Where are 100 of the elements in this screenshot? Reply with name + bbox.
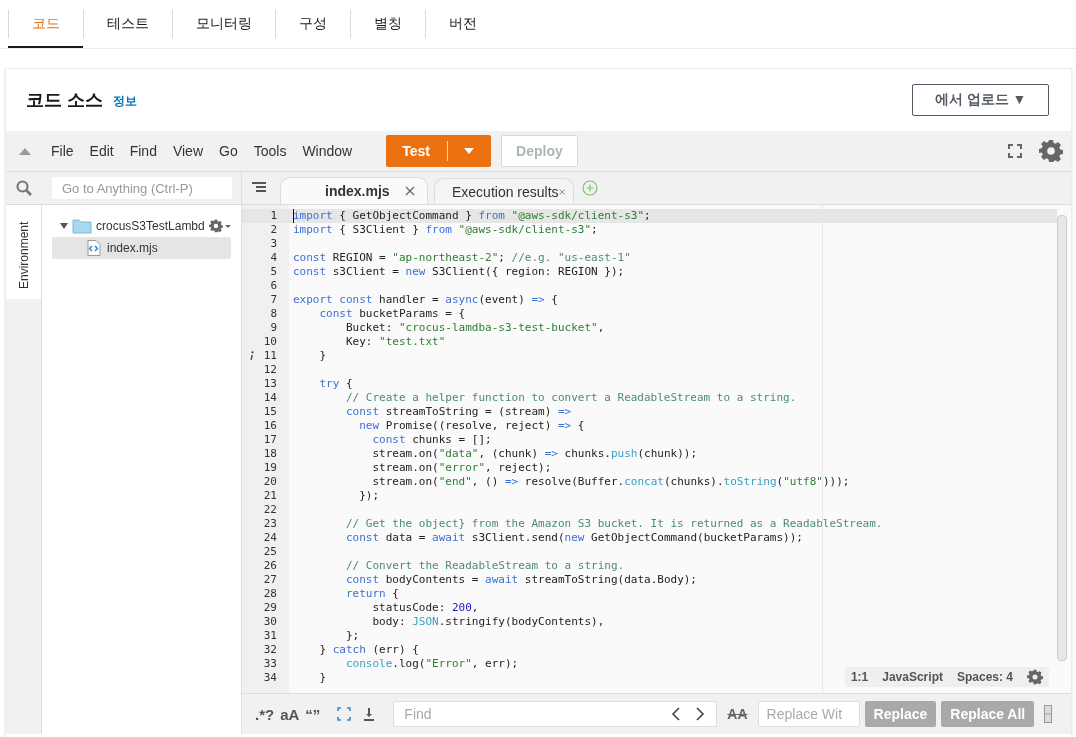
search-field[interactable]: Go to Anything (Ctrl-P) (52, 177, 232, 199)
line-number: 13 (262, 377, 278, 391)
line-number: 15 (262, 405, 278, 419)
code-line: } (318, 349, 327, 363)
fullscreen-icon[interactable] (1007, 143, 1023, 159)
code-line: const bodyContents = await streamToString(data.Body); (344, 573, 697, 587)
line-number: 29 (262, 601, 278, 615)
line-number: 21 (262, 489, 278, 503)
line-number: 28 (262, 587, 278, 601)
settings-icon[interactable] (1027, 669, 1043, 685)
next-icon[interactable] (695, 707, 706, 721)
find-field[interactable]: Find (393, 701, 718, 727)
line-number: 26 (262, 559, 278, 573)
line-number: 17 (262, 433, 278, 447)
code-line: const REGION = "ap-northeast-2"; //e.g. "us-east-1" (293, 251, 631, 265)
close-icon (558, 186, 565, 197)
code-line: }); (358, 489, 380, 503)
toggle-button[interactable]: .*? (252, 705, 278, 723)
line-number: 23 (262, 517, 278, 531)
menu-item[interactable]: Edit (81, 137, 122, 165)
line-number: 30 (262, 615, 278, 629)
code-line: return { (344, 587, 399, 601)
line-number: 25 (262, 545, 278, 559)
line-number: 8 (269, 307, 278, 321)
side-tab[interactable]: Environment (6, 205, 41, 299)
scrollbar[interactable] (1057, 215, 1067, 661)
status-item: 1:1 (850, 670, 869, 684)
tab-list-icon (252, 182, 266, 194)
menu-item[interactable]: File (43, 137, 82, 165)
collapse-icon (19, 147, 31, 155)
menu-item[interactable]: Tools (245, 137, 295, 165)
code-file-icon (87, 240, 101, 256)
line-number: 14 (262, 391, 278, 405)
editor-tab[interactable]: Execution results (434, 178, 574, 204)
close-icon (405, 186, 415, 196)
code-line: try { (318, 377, 353, 391)
code-line: const chunks = []; (371, 433, 492, 447)
code-line: } (318, 671, 327, 685)
search-icon (15, 180, 32, 196)
code-line: stream.on("data", (chunk) => chunks.push(chunk)); (371, 447, 698, 461)
code-line: import { GetObjectCommand } from "@aws-sdk/client-s3"; (293, 209, 651, 223)
editor-tab[interactable]: index.mjs (280, 177, 428, 204)
settings-icon[interactable] (1039, 139, 1063, 163)
menu-item[interactable]: Window (294, 137, 361, 165)
line-number: 11 (262, 349, 278, 363)
line-number: 27 (262, 573, 278, 587)
code-line: // Create a helper function to convert a ReadableStream to a string. (344, 391, 797, 405)
line-number: 16 (262, 419, 278, 433)
replace-field[interactable]: Replace Wit (757, 701, 860, 727)
tree-item[interactable]: crocusS3TestLambd (52, 215, 231, 237)
code-line: // Get the object} from the Amazon S3 bucket. It is returned as a ReadableStream. (344, 517, 883, 531)
code-line: } catch (err) { (318, 643, 419, 657)
code-line: stream.on("end", () => resolve(Buffer.concat(chunks).toString("utf8"))); (371, 475, 850, 489)
code-line: statusCode: 200, (371, 601, 479, 615)
caret-down-icon (60, 222, 68, 230)
toggle-button[interactable]: aA (277, 705, 303, 723)
folder-icon (72, 218, 92, 234)
preserve-case-toggle[interactable]: AA (723, 706, 752, 722)
line-number: 2 (269, 223, 278, 237)
line-number: 19 (262, 461, 278, 475)
line-number: 3 (269, 237, 278, 251)
code-line: Bucket: "crocus-lamdba-s3-test-bucket", (344, 321, 605, 335)
panel-toggle-icon (1044, 705, 1053, 723)
code-line: body: JSON.stringify(bodyContents), (371, 615, 605, 629)
previous-icon[interactable] (671, 707, 682, 721)
line-number: 33 (262, 657, 278, 671)
tree-item[interactable]: index.mjs (52, 237, 231, 259)
code-line: new Promise((resolve, reject) => { (358, 419, 585, 433)
line-number: 18 (262, 447, 278, 461)
code-line: const streamToString = (stream) => (344, 405, 572, 419)
line-number: 24 (262, 531, 278, 545)
line-number: 7 (269, 293, 278, 307)
toggle-button[interactable]: “” (302, 705, 324, 723)
line-number: 12 (262, 363, 278, 377)
wrap-icon[interactable] (363, 707, 376, 721)
line-number: 31 (262, 629, 278, 643)
code-line: stream.on("error", reject); (371, 461, 552, 475)
upload-button[interactable]: 에서 업로드 ▼ (912, 84, 1049, 116)
caret-icon (463, 148, 474, 154)
code-line: const data = await s3Client.send(new GetObjectCommand(bucketParams)); (344, 531, 803, 545)
code-line: import { S3Client } from "@aws-sdk/client-s3"; (293, 223, 598, 237)
line-number: 32 (262, 643, 278, 657)
line-number: 20 (262, 475, 278, 489)
menu-item[interactable]: Find (121, 137, 165, 165)
status-item: Spaces: 4 (956, 670, 1013, 684)
line-number: 34 (262, 671, 278, 685)
line-number: 10 (262, 335, 278, 349)
line-number: 4 (269, 251, 278, 265)
gear-icon (209, 219, 231, 233)
line-number: 6 (269, 279, 278, 293)
menu-item[interactable]: View (164, 137, 211, 165)
code-line: // Convert the ReadableStream to a string. (344, 559, 625, 573)
code-line: Key: "test.txt" (344, 335, 446, 349)
menu-item[interactable]: Go (211, 137, 246, 165)
status-item: JavaScript (882, 670, 943, 684)
code-line: export const handler = async(event) => { (293, 293, 558, 307)
code-line: const bucketParams = { (318, 307, 466, 321)
section-title: 코드 소스 (26, 89, 103, 112)
code-line: }; (344, 629, 360, 643)
info-link[interactable]: 정보 (113, 93, 137, 110)
